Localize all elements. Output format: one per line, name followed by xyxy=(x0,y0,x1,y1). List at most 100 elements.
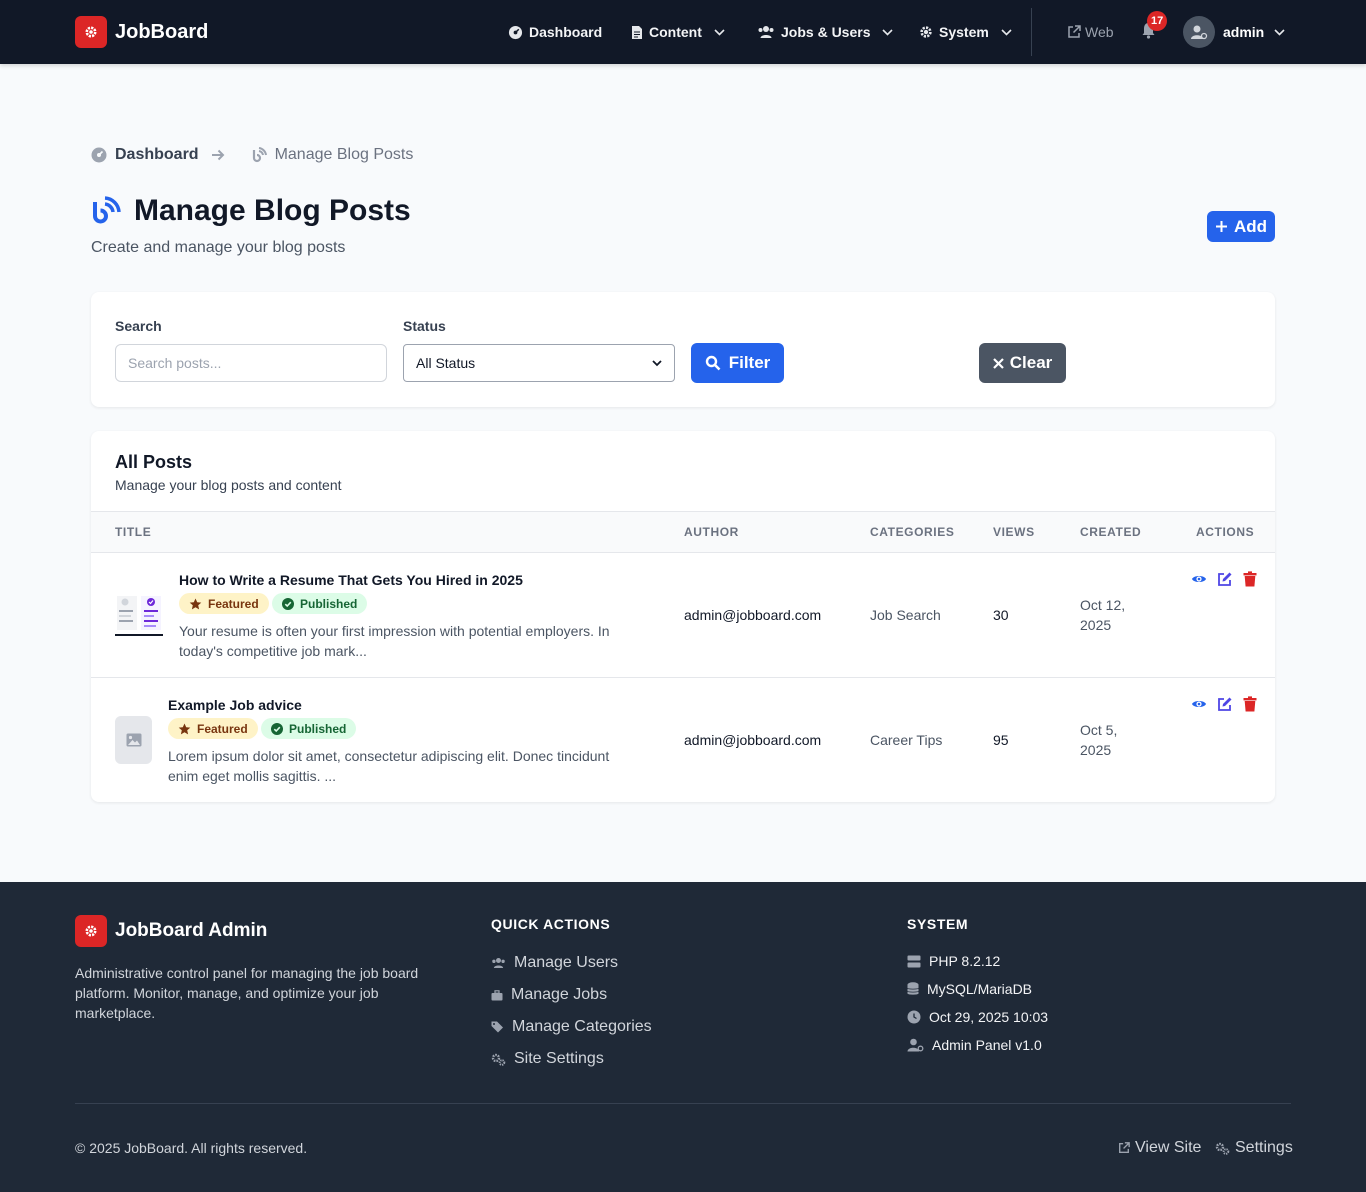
post-created: Oct 5, 2025 xyxy=(1080,722,1118,758)
breadcrumb-home-label: Dashboard xyxy=(115,146,199,163)
plus-icon xyxy=(1215,220,1228,233)
column-categories: Categories xyxy=(870,525,955,539)
tags-icon xyxy=(491,1021,504,1033)
users-icon xyxy=(757,25,775,39)
footer-link-site-settings[interactable]: Site Settings xyxy=(491,1050,604,1068)
chevron-down-icon xyxy=(1001,28,1012,36)
breadcrumb-home[interactable]: Dashboard xyxy=(91,146,199,164)
published-badge: Published xyxy=(261,718,357,739)
chevron-down-icon xyxy=(652,359,662,367)
post-author: admin@jobboard.com xyxy=(684,607,822,623)
system-database: MySQL/MariaDB xyxy=(907,981,1032,997)
user-cog-icon xyxy=(907,1038,924,1052)
add-button[interactable]: Add xyxy=(1207,211,1275,242)
image-placeholder-icon xyxy=(115,716,152,764)
user-name: admin xyxy=(1223,24,1265,40)
gauge-icon xyxy=(508,25,523,40)
user-menu[interactable]: admin xyxy=(1223,0,1285,64)
quick-actions-heading: Quick Actions xyxy=(491,916,611,932)
brand[interactable]: JobBoard xyxy=(75,16,208,48)
footer-link-manage-categories[interactable]: Manage Categories xyxy=(491,1018,652,1036)
posts-table-card: All Posts Manage your blog posts and con… xyxy=(91,431,1275,802)
nav-divider xyxy=(1031,8,1032,56)
trash-icon[interactable] xyxy=(1243,696,1259,712)
table-row: How to Write a Resume That Gets You Hire… xyxy=(91,553,1275,678)
filter-button[interactable]: Filter xyxy=(691,343,784,383)
system-time-value: Oct 29, 2025 10:03 xyxy=(929,1009,1049,1025)
system-heading: System xyxy=(907,916,969,932)
table-row: Example Job advice Featured Published Lo… xyxy=(91,678,1275,802)
status-label: Status xyxy=(403,318,446,334)
footer-link-manage-jobs[interactable]: Manage Jobs xyxy=(491,986,607,1004)
users-icon xyxy=(491,957,506,969)
trash-icon[interactable] xyxy=(1243,571,1259,587)
cogs-icon xyxy=(491,1053,506,1066)
edit-icon[interactable] xyxy=(1217,696,1233,712)
post-excerpt: Your resume is often your first impressi… xyxy=(179,623,610,659)
edit-icon[interactable] xyxy=(1217,571,1233,587)
clear-button[interactable]: Clear xyxy=(979,343,1066,383)
filter-panel: Search Status All Status Filter Clear xyxy=(91,292,1275,407)
column-actions: Actions xyxy=(1196,525,1255,539)
external-link-icon xyxy=(1067,25,1081,39)
settings-label: Settings xyxy=(1235,1139,1293,1156)
column-views: Views xyxy=(993,525,1035,539)
star-icon xyxy=(178,723,191,735)
status-select[interactable]: All Status xyxy=(403,344,675,382)
nav-content-label: Content xyxy=(649,24,702,40)
published-label: Published xyxy=(300,596,358,611)
featured-badge: Featured xyxy=(179,593,269,614)
briefcase-icon xyxy=(491,989,503,1001)
brand-gear-icon xyxy=(75,16,107,48)
view-eye-icon[interactable] xyxy=(1191,696,1207,712)
breadcrumb-current-label: Manage Blog Posts xyxy=(274,146,414,163)
blog-icon xyxy=(251,147,267,163)
clear-button-label: Clear xyxy=(1009,353,1053,372)
search-icon xyxy=(705,355,721,371)
brand-gear-icon xyxy=(75,915,107,947)
post-title[interactable]: Example Job advice xyxy=(168,697,302,713)
view-eye-icon[interactable] xyxy=(1191,571,1207,587)
blog-icon xyxy=(91,196,122,226)
web-link[interactable]: Web xyxy=(1067,0,1114,64)
system-php: PHP 8.2.12 xyxy=(907,953,1000,969)
nav-dashboard-label: Dashboard xyxy=(529,24,603,40)
nav-content[interactable]: Content xyxy=(631,0,725,64)
featured-label: Featured xyxy=(208,596,259,611)
column-created: Created xyxy=(1080,525,1142,539)
footer-link-manage-users[interactable]: Manage Users xyxy=(491,954,618,972)
nav-jobs-users[interactable]: Jobs & Users xyxy=(757,0,894,64)
page-heading: Manage Blog Posts xyxy=(134,194,411,227)
database-icon xyxy=(907,982,919,996)
gauge-icon xyxy=(91,147,107,163)
post-title[interactable]: How to Write a Resume That Gets You Hire… xyxy=(179,572,523,588)
nav-system[interactable]: System xyxy=(919,0,1012,64)
breadcrumb: Dashboard Manage Blog Posts xyxy=(91,146,413,164)
column-title: Title xyxy=(115,525,152,539)
document-icon xyxy=(631,25,643,40)
featured-badge: Featured xyxy=(168,718,258,739)
settings-link[interactable]: Settings xyxy=(1215,1139,1293,1157)
star-icon xyxy=(189,598,202,610)
view-site-link[interactable]: View Site xyxy=(1118,1139,1201,1157)
table-header: Title Author Categories Views Created Ac… xyxy=(91,511,1275,553)
table-title: All Posts xyxy=(115,452,193,472)
footer-link-label: Manage Jobs xyxy=(511,986,608,1003)
add-button-label: Add xyxy=(1233,216,1268,236)
nav-jobs-users-label: Jobs & Users xyxy=(781,24,871,40)
web-link-label: Web xyxy=(1085,24,1114,40)
status-select-value: All Status xyxy=(416,355,476,371)
avatar[interactable] xyxy=(1183,16,1215,48)
nav-dashboard[interactable]: Dashboard xyxy=(508,0,602,64)
post-created: Oct 12, 2025 xyxy=(1080,597,1126,633)
chevron-down-icon xyxy=(714,28,725,36)
top-navbar: JobBoard Dashboard Content Jobs & Users … xyxy=(0,0,1366,64)
footer-link-label: Site Settings xyxy=(514,1050,604,1067)
footer-divider xyxy=(75,1103,1291,1104)
page-title: Manage Blog Posts xyxy=(91,194,411,228)
footer-link-label: Manage Categories xyxy=(512,1018,652,1035)
post-views: 95 xyxy=(993,732,1009,748)
check-circle-icon xyxy=(271,722,283,735)
search-input[interactable] xyxy=(115,344,387,382)
post-author: admin@jobboard.com xyxy=(684,732,822,748)
